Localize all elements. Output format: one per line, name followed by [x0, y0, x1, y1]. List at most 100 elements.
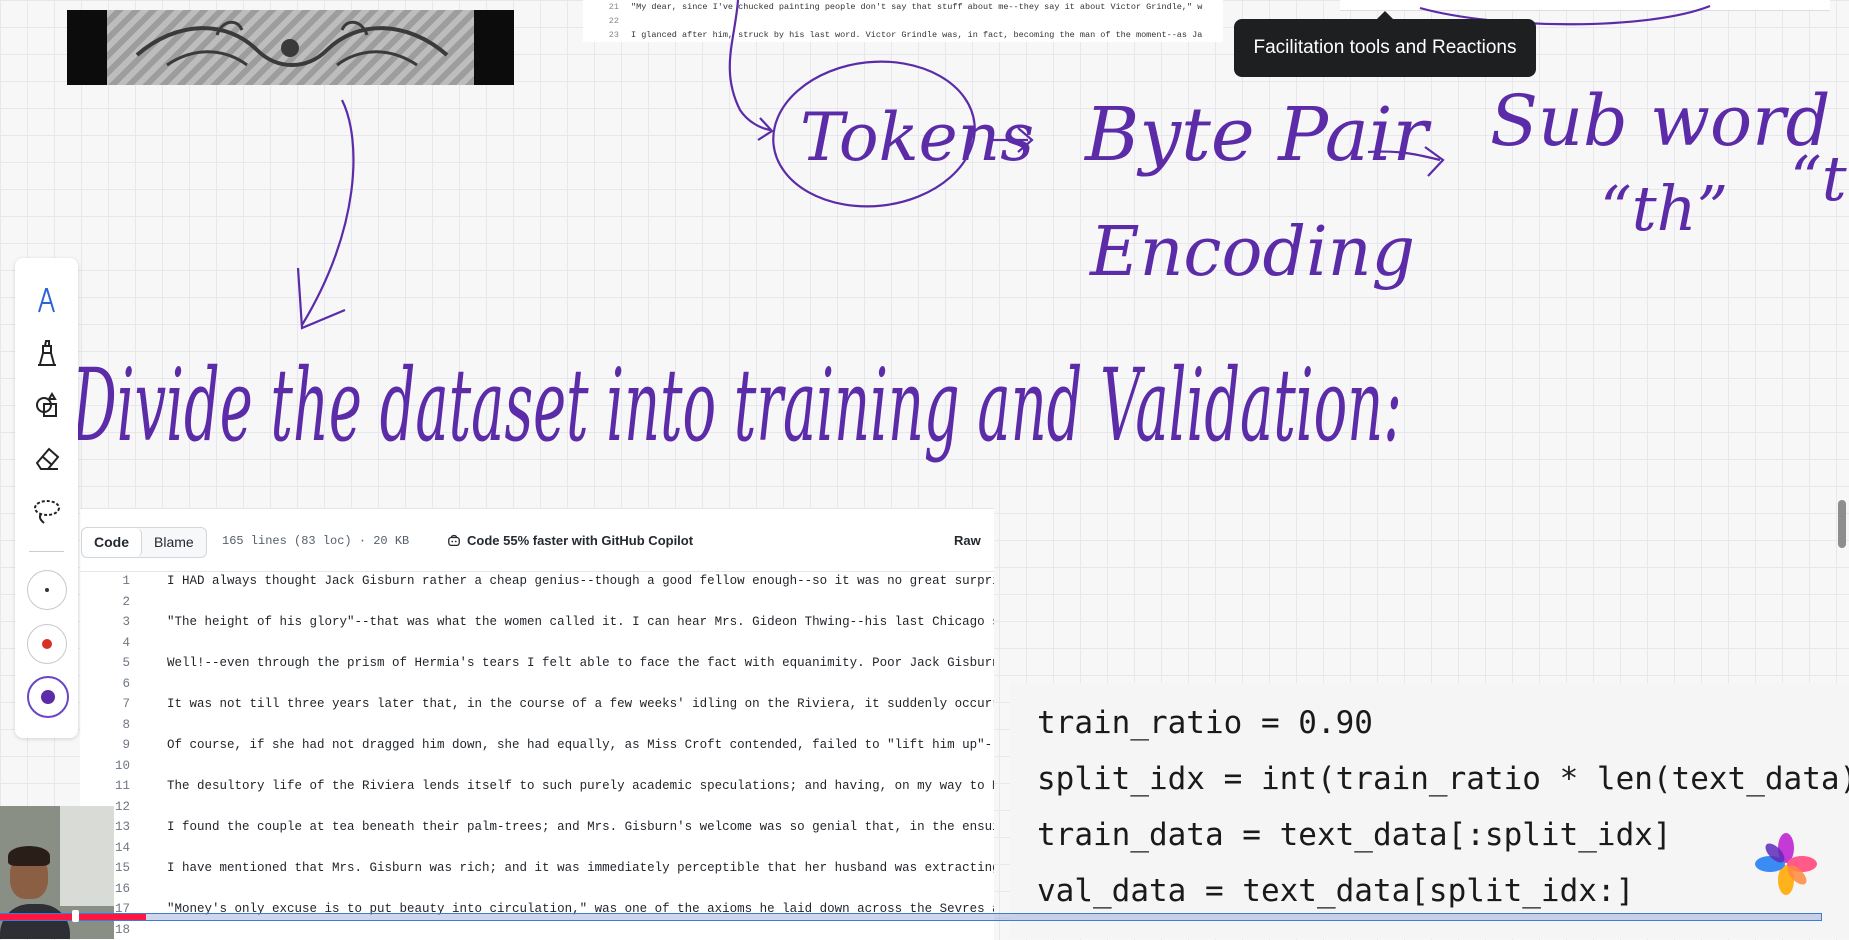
ink-encoding: Encoding: [1088, 213, 1415, 292]
python-snippet: train_ratio = 0.90 split_idx = int(train…: [1010, 683, 1849, 939]
small-dot-button[interactable]: [27, 570, 67, 610]
code-line: 11The desultory life of the Riviera lend…: [80, 776, 994, 797]
raw-button[interactable]: Raw: [954, 533, 981, 548]
copilot-link[interactable]: Code 55% faster with GitHub Copilot: [447, 533, 693, 548]
ink-byte-pair: Byte Pair: [1083, 92, 1432, 178]
ornament-image: [67, 10, 514, 85]
purple-dot-button[interactable]: [27, 676, 69, 718]
line-number[interactable]: 1: [80, 571, 167, 592]
line-text: [167, 674, 994, 695]
line-text: [167, 592, 994, 613]
line-text: Of course, if she had not dragged him do…: [167, 735, 994, 756]
line-number[interactable]: 3: [80, 612, 167, 633]
window-background: [60, 806, 114, 906]
eraser-tool-button[interactable]: [25, 436, 68, 479]
line-number[interactable]: 9: [80, 735, 167, 756]
code-tab[interactable]: Code: [82, 528, 142, 557]
code-line: 1I HAD always thought Jack Gisburn rathe…: [80, 571, 994, 592]
palette-separator: [29, 551, 64, 552]
blame-tab[interactable]: Blame: [142, 528, 206, 557]
line-text: [167, 920, 994, 940]
video-progress-track[interactable]: [0, 913, 1822, 921]
line-text: The desultory life of the Riviera lends …: [167, 776, 994, 797]
line-text: [167, 715, 994, 736]
highlighter-tool-button[interactable]: [25, 331, 68, 374]
line-text: [167, 838, 994, 859]
code-line: train_ratio = 0.90: [1037, 705, 1373, 741]
code-line: 9Of course, if she had not dragged him d…: [80, 735, 994, 756]
line-number: 21: [583, 0, 631, 14]
line-text: I glanced after him, struck by his last …: [631, 28, 1202, 42]
code-line: 12: [80, 797, 994, 818]
code-line: 16: [80, 879, 994, 900]
line-number[interactable]: 11: [80, 776, 167, 797]
copilot-icon: [447, 534, 461, 548]
shapes-icon: [32, 390, 62, 420]
code-line: 7It was not till three years later that,…: [80, 694, 994, 715]
presenter-body: [0, 904, 70, 939]
chapter-marker: [72, 910, 79, 922]
line-number[interactable]: 4: [80, 633, 167, 654]
line-number[interactable]: 6: [80, 674, 167, 695]
code-line: 23I glanced after him, struck by his las…: [583, 28, 1223, 42]
code-line: 2: [80, 592, 994, 613]
presenter-hair: [8, 846, 50, 866]
line-number[interactable]: 2: [80, 592, 167, 613]
line-number: 22: [583, 14, 631, 28]
side-scrollbar[interactable]: [1838, 500, 1846, 548]
line-text: I HAD always thought Jack Gisburn rather…: [167, 571, 994, 592]
copilot-label: Code 55% faster with GitHub Copilot: [467, 533, 693, 548]
code-line: 13I found the couple at tea beneath thei…: [80, 817, 994, 838]
line-text: It was not till three years later that, …: [167, 694, 994, 715]
highlighter-icon: [32, 338, 62, 368]
shapes-tool-button[interactable]: [25, 383, 68, 426]
pen-icon: [32, 285, 62, 315]
code-line: 18: [80, 920, 994, 940]
purple-dot-icon: [41, 690, 55, 704]
red-dot-button[interactable]: [27, 624, 67, 664]
lasso-tool-button[interactable]: [25, 489, 68, 532]
github-code-viewer: Code Blame 165 lines (83 loc) · 20 KB Co…: [80, 508, 994, 940]
flower-logo-icon: [1755, 833, 1817, 895]
mini-code-pane: 21"My dear, since I've chucked painting …: [583, 0, 1223, 42]
line-number[interactable]: 7: [80, 694, 167, 715]
line-number: 23: [583, 28, 631, 42]
code-line: 3"The height of his glory"--that was wha…: [80, 612, 994, 633]
tokens-ellipse: [766, 52, 982, 216]
code-toolbar: Code Blame 165 lines (83 loc) · 20 KB Co…: [80, 509, 994, 572]
code-line: 22: [583, 14, 1223, 28]
ink-th: “th”: [1600, 172, 1728, 245]
drawing-tool-palette: [15, 258, 78, 738]
top-right-card: [1340, 0, 1830, 11]
ornament-pattern: [107, 10, 474, 85]
line-number[interactable]: 10: [80, 756, 167, 777]
line-text: "My dear, since I've chucked painting pe…: [631, 0, 1202, 14]
code-line: train_data = text_data[:split_idx]: [1037, 817, 1672, 853]
ink-sub-word: Sub word: [1490, 80, 1830, 162]
line-text: I have mentioned that Mrs. Gisburn was r…: [167, 858, 994, 879]
code-lines: 1I HAD always thought Jack Gisburn rathe…: [80, 571, 994, 940]
tooltip-text: Facilitation tools and Reactions: [1254, 37, 1517, 59]
line-text: Well!--even through the prism of Hermia'…: [167, 653, 994, 674]
code-line: 6: [80, 674, 994, 695]
code-line: val_data = text_data[split_idx:]: [1037, 873, 1634, 909]
lasso-icon: [32, 496, 62, 526]
pen-tool-button[interactable]: [25, 278, 68, 321]
code-line: 15I have mentioned that Mrs. Gisburn was…: [80, 858, 994, 879]
code-line: 14: [80, 838, 994, 859]
file-meta: 165 lines (83 loc) · 20 KB: [222, 534, 409, 548]
ink-tokens: Tokens: [800, 99, 1034, 176]
line-number[interactable]: 8: [80, 715, 167, 736]
red-dot-icon: [42, 639, 52, 649]
code-line: 8: [80, 715, 994, 736]
small-dot-icon: [45, 588, 49, 592]
line-number[interactable]: 5: [80, 653, 167, 674]
code-line: 10: [80, 756, 994, 777]
ink-heading: Divide the dataset into training and Val…: [71, 347, 1402, 464]
code-line: split_idx = int(train_ratio * len(text_d…: [1037, 761, 1849, 797]
line-text: [167, 797, 994, 818]
line-text: [167, 633, 994, 654]
eraser-icon: [32, 443, 62, 473]
view-toggle: Code Blame: [81, 527, 207, 558]
line-text: "The height of his glory"--that was what…: [167, 612, 994, 633]
